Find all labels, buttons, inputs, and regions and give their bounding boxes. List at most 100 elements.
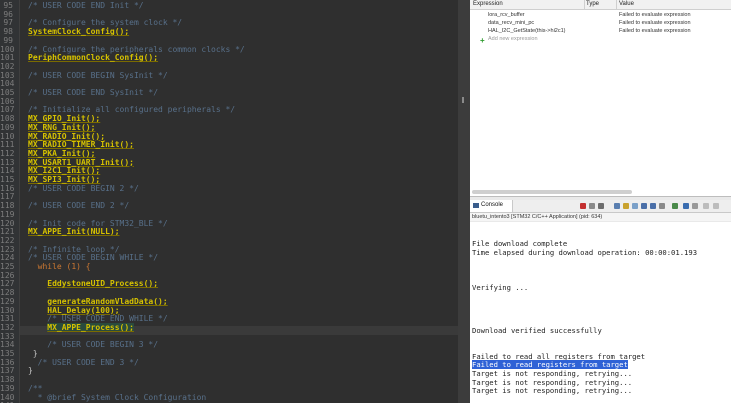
console-line: Target is not responding, retrying... [472,377,633,387]
line-number-gutter: 95 96 97 98 99 100 101 102 103 104 105 106 107 108 109… [0,0,20,403]
console-launch-label: bluetu_intento3 [STM32 C/C++ Application… [472,214,603,220]
horizontal-scrollbar[interactable] [472,190,632,194]
code-text: /* USER CODE BEGIN WHILE */ [28,253,159,263]
console-line: Failed to read all registers from target [472,351,646,361]
code-text: /* USER CODE END 3 */ [37,357,139,367]
remove-launch-icon[interactable] [589,203,595,209]
console-line: Verifying ... [472,282,529,292]
code-text: /* USER CODE END WHILE */ [47,314,168,324]
code-text: /* USER CODE END SysInit */ [28,88,159,97]
code-text: while (1) { [37,262,91,271]
console-line: Failed to read registers from target [472,360,628,370]
word-wrap-icon[interactable] [632,203,638,209]
dropdown-icon[interactable] [692,203,698,209]
code-line[interactable]: } [28,367,33,376]
remove-all-icon[interactable] [598,203,604,209]
display-console-icon[interactable] [672,203,678,209]
code-line[interactable]: SystemClock_Config(); [28,27,130,37]
type-column-header[interactable]: Type [586,1,599,7]
console-line: File download complete [472,239,568,249]
code-editor[interactable]: 95 96 97 98 99 100 101 102 103 104 105 106 107 108 109… [0,0,458,403]
show-on-error-icon[interactable] [650,203,656,209]
expression-column-header[interactable]: Expression [473,1,503,7]
code-text: HAL_Delay(100); [47,305,120,315]
minimize-icon[interactable] [703,203,709,209]
tab-console-label: Console [481,202,504,208]
clear-console-icon[interactable] [614,203,620,209]
code-line[interactable]: /* USER CODE BEGIN SysInit */ [28,71,168,81]
code-line[interactable]: /* USER CODE BEGIN 2 */ [28,183,139,194]
code-text: EddystoneUID_Process(); [47,279,159,289]
code-line[interactable]: MX_APPE_Process(); [28,322,134,333]
console-line: Target is not responding, retrying... [472,369,633,379]
expression-row[interactable]: HAL_I2C_GetState(this->hi2c1) Failed to e… [470,27,731,35]
code-line[interactable]: /* USER CODE END Init */ [28,1,144,11]
console-tab-bar: Console [470,200,731,213]
console-output[interactable]: File download complete Time elapsed durin… [470,222,731,403]
code-line[interactable]: * @brief System Clock Configuration [28,392,207,403]
code-text: MX_APPE_Init(NULL); [28,227,120,237]
code-line[interactable]: /* USER CODE BEGIN 3 */ [28,340,159,350]
value-column-header[interactable]: Value [619,1,634,7]
console-line: Time elapsed during download operation: … [472,247,698,257]
code-text: MX_RADIO_TIMER_Init(); [28,140,134,150]
code-line[interactable]: MX_APPE_Init(NULL); [28,227,120,237]
console-line: Download verified successfully [472,325,602,335]
code-text: /* USER CODE END 2 */ [28,201,130,211]
code-text: * @brief System Clock Configuration [37,392,207,402]
code-text: MX_APPE_Process(); [47,322,134,332]
add-expression-label: Add new expression [488,36,538,42]
tab-console[interactable]: Console [470,200,513,212]
code-line[interactable]: /* USER CODE END 3 */ [28,357,139,368]
expression-name: HAL_I2C_GetState(this->hi2c1) [488,28,566,34]
code-text: /* USER CODE BEGIN 2 */ [28,183,139,193]
scroll-lock-icon[interactable] [623,203,629,209]
show-on-output-icon[interactable] [641,203,647,209]
code-text: /* USER CODE BEGIN 3 */ [47,340,159,350]
code-line[interactable]: /* USER CODE END 2 */ [28,201,130,211]
expression-row[interactable]: lora_rcv_buffer Failed to evaluate expres… [470,11,731,19]
code-line[interactable]: PeriphCommonClock_Config(); [28,53,159,63]
code-text: } [32,349,38,358]
code-text: MX_GPIO_Init(); [28,114,101,124]
code-line[interactable]: EddystoneUID_Process(); [28,280,158,289]
expressions-header: Expression Type Value [470,0,731,10]
console-line: Target is not responding, retrying... [472,386,633,396]
maximize-icon[interactable] [713,203,719,209]
code-line[interactable]: /* USER CODE END SysInit */ [28,88,159,98]
expression-name: data_recv_mini_pc [488,20,535,26]
code-text: SystemClock_Config(); [28,27,130,37]
code-text: PeriphCommonClock_Config(); [28,53,159,63]
code-text: MX_SPI3_Init(); [28,175,101,184]
split-divider[interactable] [458,0,470,403]
expression-row[interactable]: data_recv_mini_pc Failed to evaluate expr… [470,19,731,27]
expression-name: lora_rcv_buffer [488,12,525,18]
divider-handle[interactable] [462,97,464,103]
code-text: } [28,366,33,376]
expressions-panel: Expression Type Value lora_rcv_buffer Fai… [470,0,731,197]
console-launch-name: bluetu_intento3 [STM32 C/C++ Application… [470,213,731,221]
expression-value: Failed to evaluate expression [619,12,691,18]
console-icon [473,203,479,208]
pin-console-icon[interactable] [659,203,665,209]
code-text: /* Infinite loop */ [28,244,120,254]
code-text: MX_PKA_Init(); [28,148,96,158]
code-text: generateRandomVladData(); [47,296,168,306]
code-text: MX_I2C1_Init(); [28,166,101,176]
expression-value: Failed to evaluate expression [619,20,691,26]
terminate-icon[interactable] [580,203,586,209]
code-line[interactable]: while (1) { [28,262,91,272]
open-console-icon[interactable] [683,203,689,209]
code-text: /* USER CODE END Init */ [28,1,144,10]
expression-value: Failed to evaluate expression [619,28,691,34]
add-expression-row[interactable]: + Add new expression [470,35,731,45]
add-icon: + [480,36,485,45]
